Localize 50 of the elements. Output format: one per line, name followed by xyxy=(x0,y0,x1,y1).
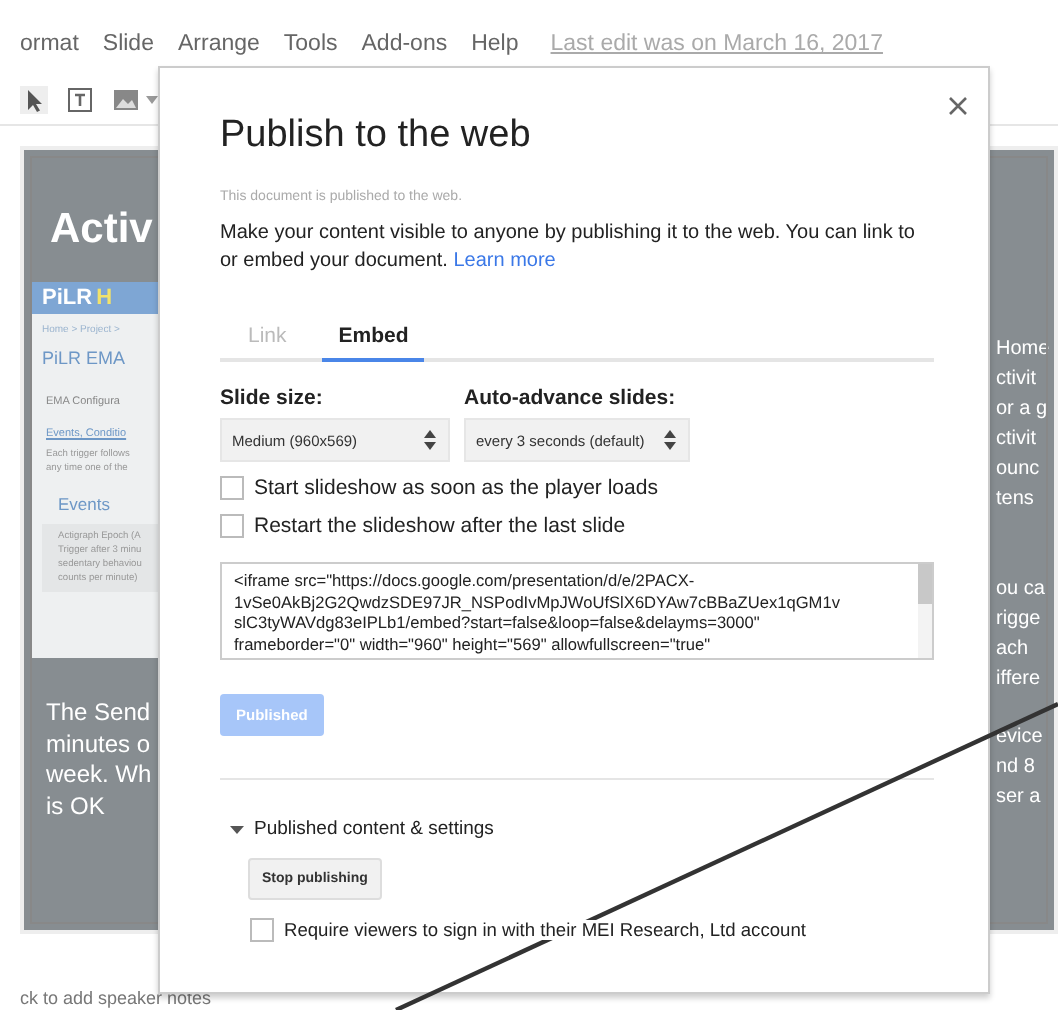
caret-icon[interactable] xyxy=(230,825,244,833)
slide-text-line: week. Wh xyxy=(46,760,154,791)
speaker-notes-placeholder[interactable]: ck to add speaker notes xyxy=(20,988,1058,1008)
slide-text-line: The Send xyxy=(46,698,153,729)
app-heading: PiLR EMA xyxy=(40,346,128,368)
menu-item[interactable]: Add-ons xyxy=(361,32,448,56)
menu-item[interactable]: ormat xyxy=(20,32,79,56)
embed-code-field[interactable]: <iframe src="https://docs.google.com/presentation/d/e/2PACX- 1vSe0AkBj2G2QwdzSDE97JR_NSPodIvMpJWoUfSlX6DYAw7cBBaZUex1qGM1v slC3tyWAVdg83eIPLb1/embed?start=false&loop=false&delayms=3000" frameborder="0" width="960" height="569" allowfullscreen="true" xyxy=(220,562,934,660)
checkbox-label: Restart the slideshow after the last slide xyxy=(254,514,626,538)
menu-item[interactable]: Help xyxy=(471,32,519,56)
slide-text-line: ctivit xyxy=(996,426,1038,454)
slide-text-line: ach xyxy=(996,636,1031,664)
brand-logo-text: PiLR xyxy=(42,286,93,310)
text-box-icon[interactable] xyxy=(66,86,94,114)
brand-logo-text: H xyxy=(96,286,113,310)
slide-text-line: minutes o xyxy=(46,729,153,760)
checkbox-label: Start slideshow as soon as the player loads xyxy=(254,476,658,500)
slide-text-line: ser a xyxy=(996,784,1043,812)
updown-icon xyxy=(424,430,436,450)
slide-text-line: or a g xyxy=(996,396,1050,424)
slide-title: Activ xyxy=(50,206,155,254)
slide-text-line: rigge xyxy=(996,606,1043,634)
setting-label: Auto-advance slides: xyxy=(464,386,678,410)
slide-text-line: iffere xyxy=(996,666,1043,694)
close-icon[interactable] xyxy=(948,96,968,116)
cursor-icon[interactable] xyxy=(20,86,48,114)
checkbox-label: Require viewers to sign in with their MEI Research, Ltd account xyxy=(284,920,806,940)
dialog-title: Publish to the web xyxy=(220,114,533,158)
section-toggle[interactable]: Published content & settings xyxy=(254,818,494,840)
setting-label: Slide size: xyxy=(220,386,325,410)
caret-icon[interactable] xyxy=(146,96,158,104)
slide-text-line: tens xyxy=(996,486,1036,514)
learn-more-link[interactable]: Learn more xyxy=(453,250,556,272)
slide-text-line: nd 8 xyxy=(996,754,1037,782)
menu-item[interactable]: Tools xyxy=(283,32,338,56)
checkbox[interactable] xyxy=(250,918,274,942)
checkbox[interactable] xyxy=(220,514,244,538)
checkbox[interactable] xyxy=(220,476,244,500)
updown-icon xyxy=(664,430,677,450)
events-heading: Events xyxy=(56,492,112,518)
slide-text-line: ounc xyxy=(996,456,1042,484)
slide-text-line: evice xyxy=(996,724,1045,752)
image-icon[interactable] xyxy=(112,86,140,114)
menu-item[interactable]: Arrange xyxy=(177,32,260,56)
slide-text-line: is OK xyxy=(46,791,107,822)
menu-item[interactable]: Slide xyxy=(102,32,154,56)
slide-text-line: ctivit xyxy=(996,366,1038,394)
tab[interactable]: Embed xyxy=(322,324,425,362)
dialog-description: Make your content visible to anyone by publishing it to the web. You can link to or embed your document. Learn more xyxy=(220,220,917,276)
slide-text-line: ou ca xyxy=(996,576,1047,604)
